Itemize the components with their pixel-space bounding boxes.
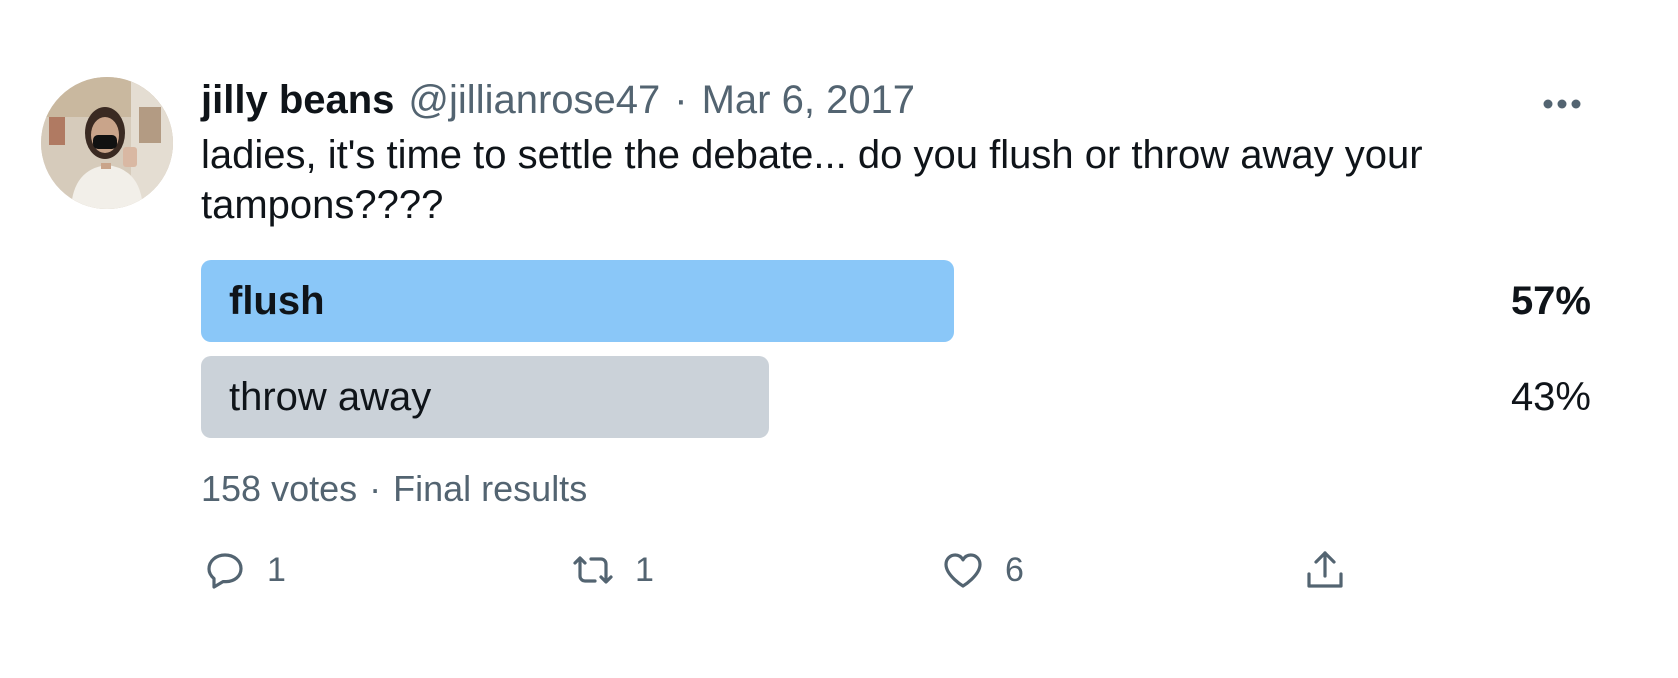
heart-icon [944,553,982,588]
poll-vote-count: 158 votes [201,468,358,509]
tweet-date[interactable]: Mar 6, 2017 [702,78,915,123]
retweet-count: 1 [635,550,654,589]
reply-icon [207,553,243,589]
poll-status: Final results [393,468,588,509]
poll-option-percent: 57% [1510,279,1591,323]
share-button[interactable] [1301,540,1349,600]
user-handle[interactable]: @jillianrose47 [408,78,660,123]
retweet-button[interactable]: 1 [569,540,654,600]
tweet-header: jilly beans @jillianrose47 · Mar 6, 2017 [201,76,915,124]
tweet-actions: 1 1 6 [201,540,1601,600]
header-separator: · [674,77,688,122]
poll-option-flush: flush 57% [201,260,1591,342]
poll-meta: 158 votes · Final results [201,468,587,510]
reply-button[interactable]: 1 [201,540,286,600]
display-name[interactable]: jilly beans [201,78,394,123]
tweet: jilly beans @jillianrose47 · Mar 6, 2017… [0,0,1678,678]
poll-option-throw-away: throw away 43% [201,356,1591,438]
share-icon [1307,551,1343,588]
avatar-photo [41,77,173,209]
like-count: 6 [1005,550,1024,589]
retweet-icon [573,556,613,584]
poll-meta-separator: · [369,468,382,509]
poll-option-label: throw away [229,375,432,419]
more-horizontal-icon [1543,99,1581,109]
tweet-text: ladies, it's time to settle the debate..… [201,133,1423,227]
poll-option-percent: 43% [1510,375,1591,419]
reply-count: 1 [267,550,286,589]
avatar[interactable] [41,77,173,209]
more-button[interactable] [1540,90,1584,118]
like-button[interactable]: 6 [939,540,1024,600]
poll-option-label: flush [229,279,325,323]
